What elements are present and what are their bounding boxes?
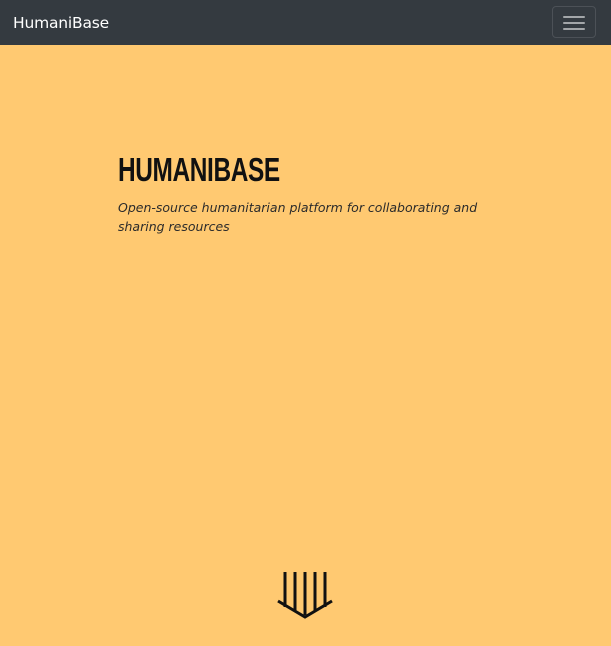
navbar-brand-link[interactable]: HumaniBase: [13, 13, 109, 33]
hero-title: HUMANIBASE: [118, 151, 280, 188]
hero-subtitle: Open-source humanitarian platform for co…: [118, 200, 478, 234]
scroll-down-arrow-icon[interactable]: [276, 570, 336, 620]
hamburger-menu-icon: [563, 15, 585, 31]
navbar-toggler-button[interactable]: [552, 6, 596, 38]
top-navbar: HumaniBase: [0, 0, 611, 45]
